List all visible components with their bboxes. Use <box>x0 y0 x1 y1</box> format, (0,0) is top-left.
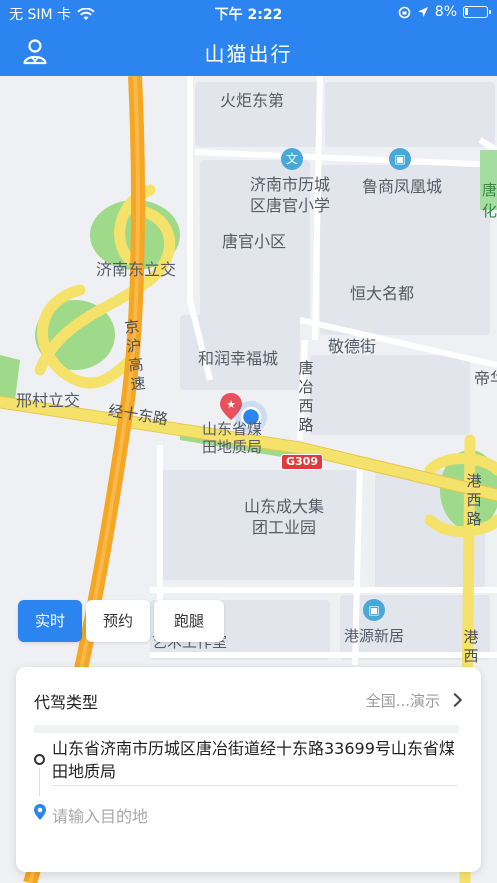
road-label: 港西路 <box>466 472 482 528</box>
route-connector <box>39 768 40 796</box>
divider <box>52 785 458 786</box>
driver-type-row[interactable]: 代驾类型 全国...演示 <box>34 689 464 715</box>
map-label: 恒大名都 <box>350 284 415 303</box>
map-label: 敬德街 <box>328 337 377 356</box>
order-panel: 代驾类型 全国...演示 山东省济南市历城区唐冶街道经十东路33699号山东省煤… <box>16 667 481 872</box>
mode-tabs: 实时 预约 跑腿 <box>18 600 224 642</box>
map-label: 唐官小区 <box>222 232 287 251</box>
driver-type-value: 全国...演示 <box>365 692 440 710</box>
road-label: 唐冶西路 <box>298 359 314 434</box>
school-icon[interactable]: 文 <box>281 148 303 170</box>
map-label: 鲁商凤凰城 <box>362 177 443 196</box>
rotation-lock-icon <box>398 6 411 18</box>
origin-dot-icon <box>34 754 45 765</box>
tab-reserve[interactable]: 预约 <box>86 600 150 642</box>
destination-pin-icon <box>34 804 46 820</box>
map-label: 帝华 <box>474 369 497 388</box>
chevron-right-icon <box>447 692 463 708</box>
battery-icon <box>463 6 491 18</box>
poi-selected-label[interactable]: 山东省煤 田地质局 <box>202 420 262 456</box>
destination-placeholder: 请输入目的地 <box>52 807 149 826</box>
map-label: 山东成大集 团工业园 <box>244 497 325 537</box>
status-bar: 无 SIM 卡 下午 2:22 8% <box>0 0 497 26</box>
map-label: 和润幸福城 <box>198 349 279 368</box>
nav-bar: 山猫出行 <box>0 26 497 76</box>
residential-icon[interactable]: ▣ <box>363 599 385 621</box>
divider <box>34 725 459 733</box>
map-label: 唐 化 <box>482 181 497 220</box>
map-label: 火炬东第 <box>220 91 285 110</box>
battery-percent: 8% <box>434 4 457 20</box>
tab-errand[interactable]: 跑腿 <box>154 600 224 642</box>
status-right: 8% <box>398 4 491 20</box>
map-label: 港源新居 <box>344 627 405 645</box>
svg-text:★: ★ <box>226 398 236 411</box>
page-title: 山猫出行 <box>204 42 293 66</box>
highway-badge: G309 <box>281 454 323 470</box>
driver-type-label: 代驾类型 <box>34 693 99 712</box>
map-label: 济南市历城 区唐官小学 <box>250 175 331 215</box>
tab-realtime[interactable]: 实时 <box>18 600 82 642</box>
location-arrow-icon <box>417 7 428 17</box>
pickup-address: 山东省济南市历城区唐冶街道经十东路33699号山东省煤田地质局 <box>52 739 455 781</box>
map-label: 济南东立交 <box>96 260 177 279</box>
map-label: 邢村立交 <box>16 391 81 410</box>
destination-input[interactable]: 请输入目的地 <box>30 801 460 827</box>
residential-icon[interactable]: ▣ <box>389 148 411 170</box>
